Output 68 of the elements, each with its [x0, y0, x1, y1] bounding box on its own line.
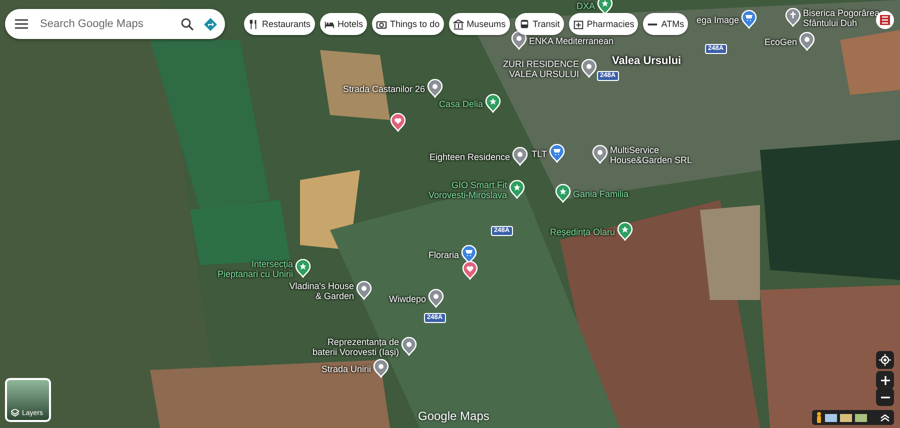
plus-icon	[880, 376, 890, 384]
chevron-up-icon[interactable]	[880, 414, 890, 422]
location-pin-icon[interactable]	[356, 281, 372, 300]
category-chip[interactable]: ATMs	[643, 13, 688, 35]
star-pin-icon[interactable]	[295, 259, 311, 278]
place-label[interactable]: Reședința Olaru	[550, 227, 615, 237]
star-pin-icon[interactable]	[555, 184, 571, 203]
location-pin-icon[interactable]	[373, 359, 389, 378]
cart-pin-icon[interactable]	[741, 10, 757, 29]
category-chip[interactable]: Transit	[514, 13, 564, 35]
place-label[interactable]: DXA	[576, 1, 595, 11]
place-label[interactable]: ega Image	[696, 15, 739, 25]
cross-pin-icon[interactable]	[785, 8, 801, 27]
zoom-in-button[interactable]	[876, 371, 894, 389]
search-icon[interactable]	[181, 18, 194, 30]
location-pin-icon[interactable]	[428, 289, 444, 308]
heart-pin-icon[interactable]	[462, 261, 478, 280]
star-pin-icon[interactable]	[617, 222, 633, 241]
map-type-thumbnail[interactable]	[855, 414, 867, 422]
star-pin-icon[interactable]	[597, 0, 613, 15]
search-bar[interactable]: Search Google Maps	[5, 9, 225, 39]
place-label[interactable]: TLT	[532, 149, 547, 159]
place-label[interactable]: Floraria	[428, 250, 459, 260]
place-label[interactable]: MultiService House&Garden SRL	[610, 145, 692, 165]
category-chip[interactable]: Museums	[448, 13, 510, 35]
my-location-button[interactable]	[876, 351, 894, 369]
map-type-thumbnail[interactable]	[840, 414, 852, 422]
layers-icon	[11, 409, 19, 417]
location-pin-icon[interactable]	[512, 147, 528, 166]
category-chip[interactable]: Restaurants	[244, 13, 315, 35]
place-label[interactable]: Vladina's House & Garden	[289, 281, 354, 301]
location-pin-icon[interactable]	[427, 79, 443, 98]
place-label[interactable]: Gania Familia	[573, 189, 629, 199]
cart-pin-icon[interactable]	[549, 144, 565, 163]
locate-icon	[879, 354, 891, 366]
pegman-icon[interactable]	[816, 412, 822, 423]
place-label[interactable]: Strada Castanilor 26	[342, 84, 425, 94]
category-chip[interactable]: Things to do	[372, 13, 444, 35]
star-pin-icon[interactable]	[485, 94, 501, 113]
directions-icon[interactable]	[204, 18, 217, 30]
place-label[interactable]: GIO Smart Fit Vorovesti-Miroslava	[428, 180, 507, 200]
camera-icon	[376, 18, 388, 30]
place-label[interactable]: Strada Unirii	[321, 364, 371, 374]
place-label[interactable]: ZURI RESIDENCE VALEA URSULUI	[502, 59, 579, 79]
place-label[interactable]: Eighteen Residence	[429, 152, 510, 162]
location-pin-icon[interactable]	[581, 59, 597, 78]
location-pin-icon[interactable]	[592, 145, 608, 164]
star-pin-icon[interactable]	[509, 180, 525, 199]
fork-knife-icon	[248, 18, 259, 30]
menu-icon[interactable]	[15, 19, 28, 29]
place-label[interactable]: Biserica Pogorârea Sfântului Duh	[803, 8, 880, 28]
place-label[interactable]: ENKA Mediterranean	[529, 36, 614, 46]
google-maps-logo: Google Maps	[418, 409, 490, 423]
category-chip[interactable]: Pharmacies	[568, 13, 638, 35]
heart-pin-icon[interactable]	[390, 113, 406, 132]
map-type-thumbnail[interactable]	[825, 414, 837, 422]
town-label: Valea Ursului	[612, 55, 682, 67]
location-pin-icon[interactable]	[799, 32, 815, 51]
place-label[interactable]: Wiwdepo	[388, 294, 426, 304]
location-pin-icon[interactable]	[401, 337, 417, 356]
bus-icon	[518, 18, 530, 30]
museum-icon	[452, 18, 464, 30]
place-label[interactable]: Intersecția Pieptanari cu Unirii	[217, 259, 293, 279]
place-label[interactable]: EcoGen	[764, 37, 797, 47]
pharmacy-icon	[572, 18, 584, 30]
place-label[interactable]: Casa Delia	[438, 99, 483, 109]
zoom-out-button[interactable]	[876, 388, 894, 406]
place-label[interactable]: Reprezentanța de baterii Vorovesti (Iași)	[312, 337, 399, 357]
